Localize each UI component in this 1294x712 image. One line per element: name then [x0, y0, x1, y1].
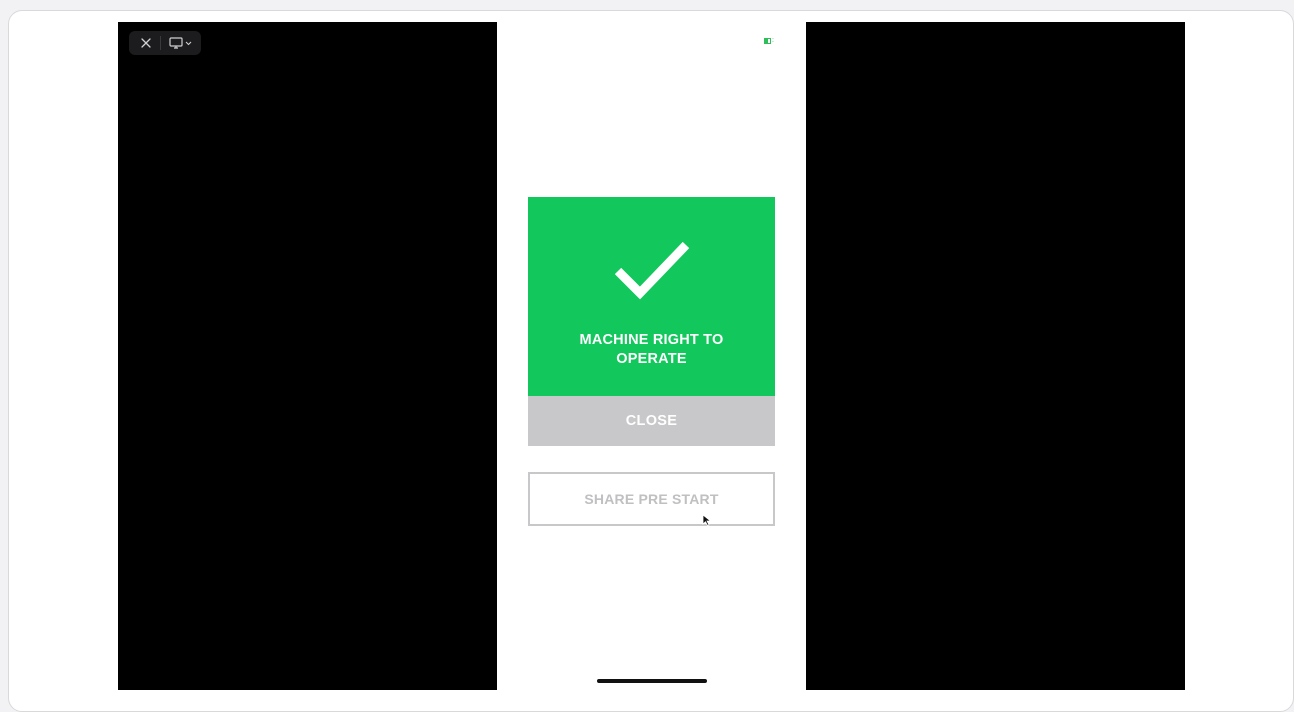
left-letterbox	[118, 22, 497, 690]
mouse-cursor-icon	[702, 514, 712, 526]
battery-icon: :	[764, 37, 774, 44]
right-letterbox	[806, 22, 1185, 690]
display-menu-button[interactable]	[165, 33, 195, 53]
mirroring-toolbar	[129, 31, 201, 55]
chevron-down-icon	[185, 41, 191, 45]
app-window: : MACHINE RIGHT TO OPERATE CLOSE SHARE P…	[8, 10, 1294, 712]
battery-tip: :	[772, 37, 774, 44]
close-button[interactable]: CLOSE	[528, 396, 775, 446]
display-icon	[168, 37, 183, 49]
share-pre-start-button[interactable]: SHARE PRE START	[528, 472, 775, 526]
result-card: MACHINE RIGHT TO OPERATE	[528, 197, 775, 396]
result-message: MACHINE RIGHT TO OPERATE	[579, 332, 724, 367]
checkmark-icon	[614, 241, 689, 300]
battery-cell	[764, 38, 771, 44]
close-window-button[interactable]	[135, 33, 156, 53]
toolbar-divider	[160, 36, 162, 50]
home-indicator[interactable]	[597, 679, 707, 683]
close-icon	[140, 38, 151, 48]
phone-screen: : MACHINE RIGHT TO OPERATE CLOSE SHARE P…	[497, 22, 806, 690]
